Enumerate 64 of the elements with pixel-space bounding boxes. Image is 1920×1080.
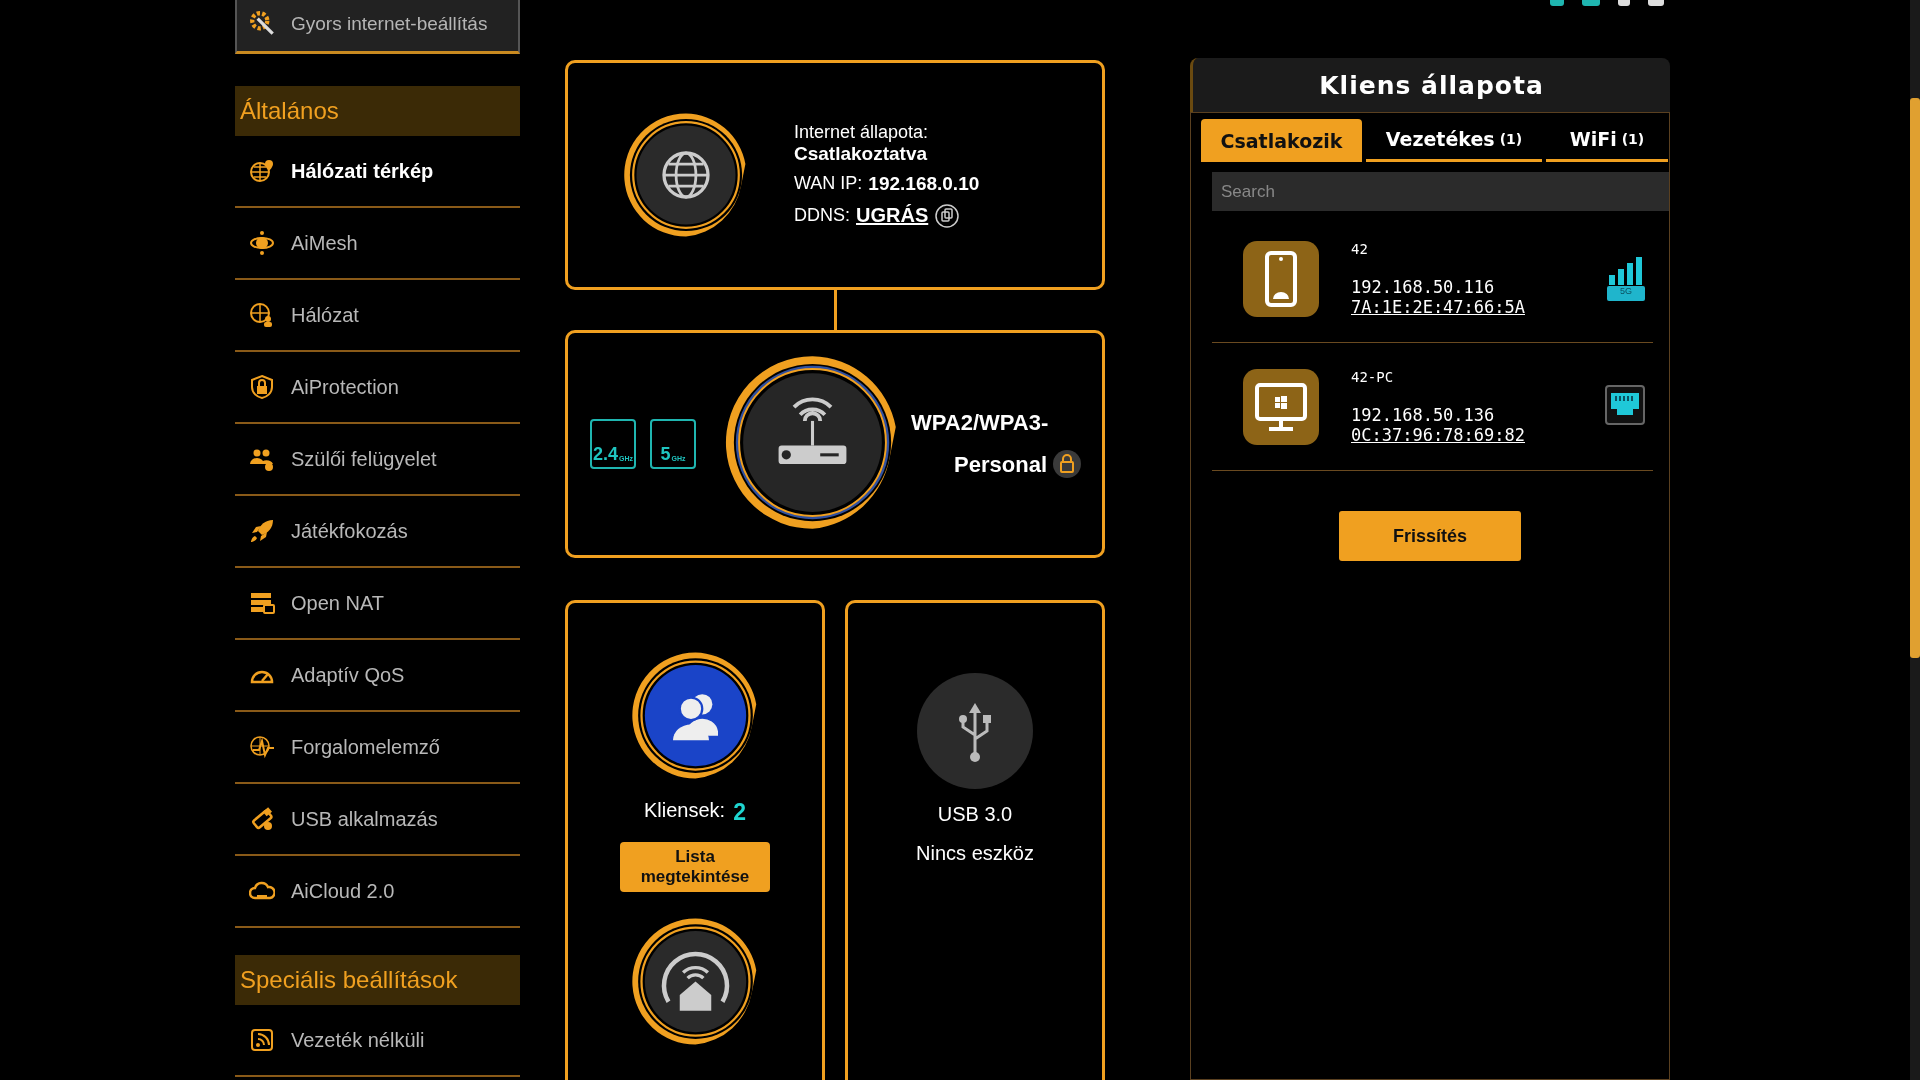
client-row[interactable]: 42-PC 192.168.50.136 0C:37:96:78:69:82	[1212, 343, 1653, 471]
usb-status: Nincs eszköz	[916, 842, 1034, 865]
shield-lock-icon	[249, 374, 275, 400]
menu-item[interactable]: Szülői felügyelet	[235, 424, 520, 496]
menu-item[interactable]: Open NAT	[235, 568, 520, 640]
ethernet-icon	[1605, 384, 1645, 425]
copy-icon	[934, 202, 961, 229]
wan-ip: 192.168.0.10	[868, 172, 980, 195]
signal-icon	[1607, 257, 1645, 301]
clients-count: 2	[733, 799, 746, 826]
quick-setup-button[interactable]: Gyors internet-beállítás	[235, 0, 520, 54]
menu-item[interactable]: Hálózati térkép	[235, 136, 520, 208]
menu-item[interactable]: USB alkalmazás	[235, 784, 520, 856]
status-value: Csatlakoztatva	[794, 142, 929, 165]
usb-icon	[917, 673, 1033, 789]
wifi-square-icon	[249, 1027, 275, 1053]
status-label: Internet állapota:	[794, 121, 930, 143]
panel-title: Kliens állapota	[1190, 58, 1670, 112]
client-ip: 192.168.50.136	[1351, 404, 1496, 425]
menu-item[interactable]: AiMesh	[235, 208, 520, 280]
client-ip: 192.168.50.116	[1351, 276, 1496, 297]
rocket-icon	[249, 518, 275, 544]
band-label: 5G	[1619, 286, 1633, 298]
phone-icon	[1243, 240, 1319, 317]
globe-pulse-icon	[249, 734, 275, 760]
client-mac[interactable]: 7A:1E:2E:47:66:5A	[1351, 296, 1546, 317]
gear-wrench-icon	[249, 9, 277, 38]
security-mode: WPA2/WPA3-Personal	[911, 409, 1047, 479]
tab[interactable]: WiFi (1)	[1546, 119, 1668, 162]
client-name: 42-PC	[1351, 368, 1395, 385]
menu-item[interactable]: Vezeték nélküli	[235, 1005, 520, 1077]
server-icon	[249, 590, 275, 616]
usb-title: USB 3.0	[937, 803, 1013, 826]
ddns-label: DDNS:	[794, 205, 850, 226]
menu-item[interactable]: Játékfokozás	[235, 496, 520, 568]
menu-item[interactable]: Adaptív QoS	[235, 640, 520, 712]
tab[interactable]: Vezetékes (1)	[1366, 119, 1542, 162]
refresh-button[interactable]: Frissítés	[1339, 511, 1521, 561]
usb-stick-icon	[249, 806, 275, 832]
menu-item[interactable]: Forgalomelemző	[235, 712, 520, 784]
status-icon[interactable]	[1648, 0, 1664, 6]
client-row[interactable]: 42 192.168.50.116 7A:1E:2E:47:66:5A 5G	[1212, 215, 1653, 343]
status-icon[interactable]	[1550, 0, 1564, 6]
section-heading: Általános	[235, 83, 520, 136]
status-icon[interactable]	[1582, 0, 1600, 6]
globe-pin-icon	[249, 158, 275, 184]
view-list-button[interactable]: Lista megtekintése	[620, 842, 770, 892]
client-mac[interactable]: 0C:37:96:78:69:82	[1351, 424, 1546, 445]
client-name: 42	[1351, 240, 1369, 257]
wan-label: WAN IP:	[794, 173, 863, 194]
scrollbar-thumb[interactable]	[1910, 98, 1920, 658]
menu-item[interactable]: Hálózat	[235, 280, 520, 352]
clients-label: Kliensek:	[644, 799, 726, 823]
search-field[interactable]: Search	[1212, 172, 1669, 211]
lock-icon	[1053, 450, 1081, 478]
tab[interactable]: Csatlakozik	[1201, 119, 1362, 162]
ddns-link[interactable]: UGRÁS	[856, 204, 929, 227]
nodes-icon	[249, 230, 275, 256]
status-icon[interactable]	[1618, 0, 1630, 6]
menu-item[interactable]: AiCloud 2.0	[235, 856, 520, 928]
globe-people-icon	[249, 302, 275, 328]
menu-item[interactable]: AiProtection	[235, 352, 520, 424]
section-heading: Speciális beállítások	[235, 952, 520, 1005]
monitor-icon	[1243, 368, 1319, 445]
